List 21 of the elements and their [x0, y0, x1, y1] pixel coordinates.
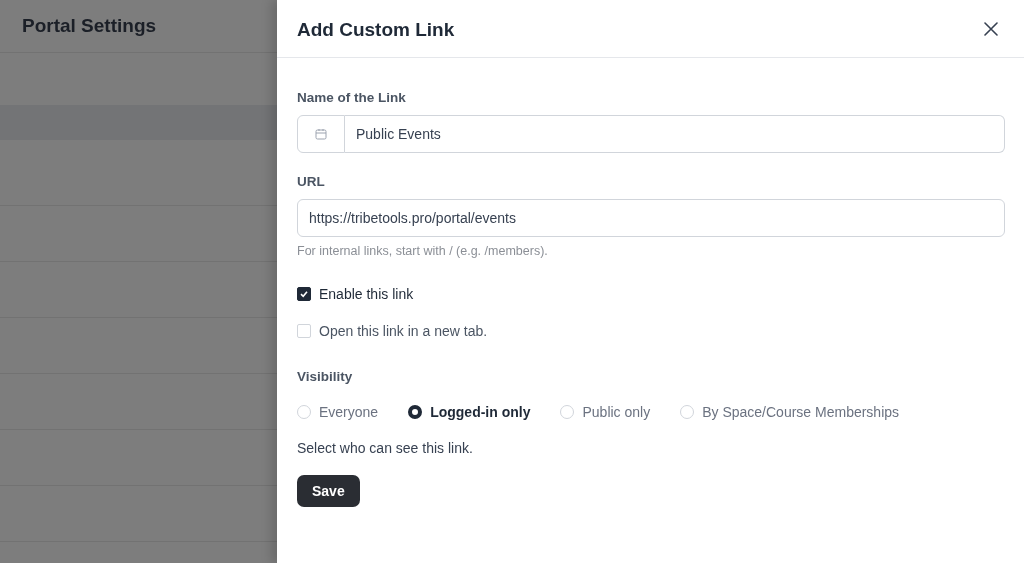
save-button[interactable]: Save [297, 475, 360, 507]
close-icon[interactable] [984, 21, 998, 36]
field-label: Visibility [297, 369, 353, 384]
radio-label: Logged-in only [430, 404, 531, 420]
name-field[interactable]: Public Events [345, 115, 1005, 153]
checkbox[interactable] [297, 287, 311, 301]
url-field[interactable]: https://tribetools.pro/portal/events [297, 199, 1005, 237]
radio-label: Public only [582, 404, 651, 420]
page-title: Portal Settings [22, 15, 157, 37]
field-label: URL [297, 174, 325, 189]
radio-button[interactable] [408, 405, 423, 419]
radio-label: By Space/Course Memberships [702, 404, 900, 420]
checkbox-label: Open this link in a new tab. [319, 323, 488, 339]
radio-label: Everyone [319, 404, 379, 420]
help-text: Select who can see this link. [297, 440, 473, 456]
checkbox-label: Enable this link [319, 286, 414, 302]
calendar-icon [315, 128, 327, 140]
drawer-title: Add Custom Link [297, 19, 455, 41]
hint-text: For internal links, start with / (e.g. /members). [297, 244, 548, 258]
check-icon [299, 289, 309, 299]
field-label: Name of the Link [297, 90, 406, 105]
